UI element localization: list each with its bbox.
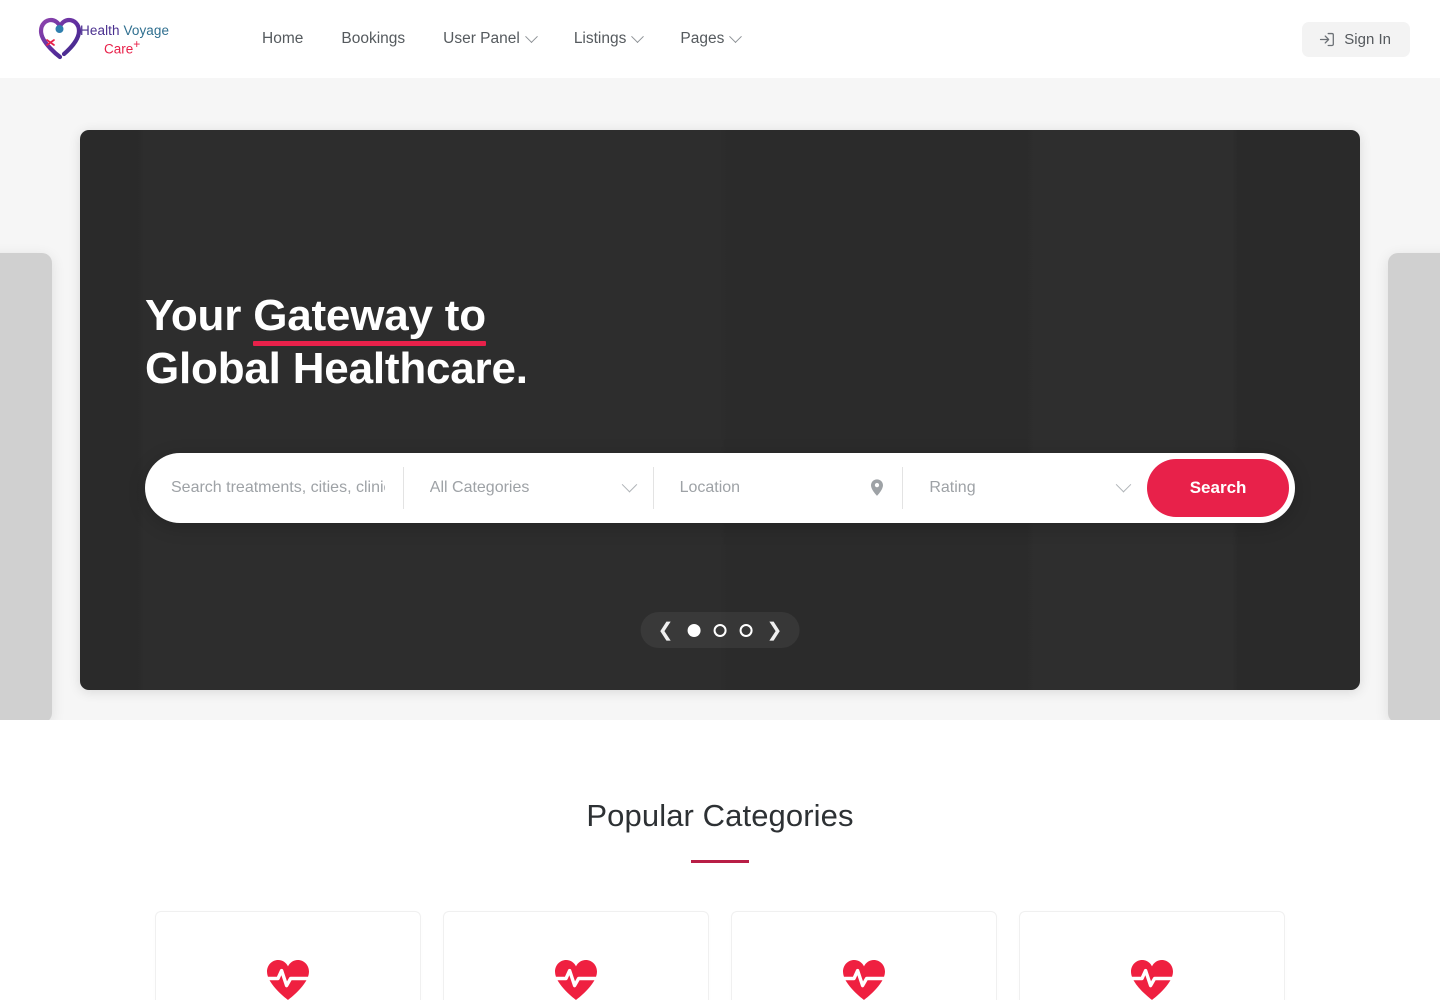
carousel-dot-1[interactable] [687, 623, 701, 637]
hero-heading-line1-plain: Your [145, 291, 254, 340]
location-field[interactable] [652, 466, 903, 509]
nav-label: Bookings [341, 30, 406, 47]
nav-label: Listings [573, 30, 627, 47]
carousel-dot-2[interactable] [713, 623, 727, 637]
hero-carousel: Your Gateway to Global Healthcare. All C… [0, 78, 1440, 720]
search-button[interactable]: Search [1147, 458, 1289, 517]
hero-heading-line1-underlined: Gateway to [253, 290, 486, 346]
main-navigation: Home Bookings User Panel Listings Pages [260, 24, 743, 54]
heart-pulse-icon [750, 958, 978, 1000]
sign-in-button[interactable]: Sign In [1302, 21, 1410, 57]
hero-content: Your Gateway to Global Healthcare. All C… [145, 290, 1295, 523]
page-title: Popular Categories [586, 798, 854, 833]
category-select[interactable]: All Categories [402, 466, 653, 509]
categories-grid: Alternative and Complementary Medicine C… [155, 910, 1285, 1000]
chevron-down-icon [1115, 476, 1132, 493]
category-card[interactable]: Dental Treatments and Aesthetics [1019, 910, 1285, 1000]
nav-label: Pages [680, 30, 725, 47]
heart-pulse-icon [462, 958, 690, 1000]
carousel-slide-next[interactable] [1388, 253, 1440, 720]
rating-select-value: Rating [929, 478, 976, 496]
heart-logo-icon [34, 12, 86, 64]
chevron-down-icon [631, 29, 645, 43]
rating-select[interactable]: Rating [902, 466, 1147, 509]
nav-label: User Panel [443, 30, 520, 47]
nav-item-bookings[interactable]: Bookings [339, 24, 407, 54]
nav-item-home[interactable]: Home [260, 24, 305, 54]
chevron-down-icon [729, 29, 743, 43]
carousel-dot-3[interactable] [739, 623, 753, 637]
brand-word-voyage: Voyage [123, 22, 170, 38]
nav-label: Home [262, 30, 304, 47]
site-header: Health Voyage Care+ Home Bookings User P… [0, 0, 1440, 78]
nav-item-listings[interactable]: Listings [572, 24, 645, 54]
brand-word-care: Care [104, 41, 134, 57]
chevron-down-icon [621, 476, 637, 493]
hero-search-bar: All Categories Rating Search [145, 452, 1295, 523]
hero-heading: Your Gateway to Global Healthcare. [145, 290, 1295, 396]
brand-plus-sign: + [133, 36, 141, 51]
map-pin-icon [871, 479, 884, 496]
chevron-down-icon [524, 29, 538, 43]
carousel-slide-previous[interactable] [0, 253, 52, 720]
heart-pulse-icon [1038, 958, 1266, 1000]
category-card[interactable]: Cardiovascular Surgery and Treatments [443, 910, 709, 1000]
hero-slide-active: Your Gateway to Global Healthcare. All C… [80, 130, 1360, 690]
carousel-next-button[interactable]: ❯ [766, 621, 784, 640]
category-card[interactable]: Alternative and Complementary Medicine [155, 910, 421, 1000]
location-input[interactable] [679, 478, 871, 497]
carousel-controls: ❮ ❯ [640, 612, 800, 648]
sign-in-label: Sign In [1344, 30, 1391, 48]
category-card[interactable]: Cosmetic and Plastic Surgery [731, 910, 997, 1000]
hero-heading-line2: Global Healthcare. [145, 343, 528, 393]
section-title-underline [691, 860, 749, 863]
popular-categories-section: Popular Categories Alternative and Compl… [0, 720, 1440, 1000]
search-query-field[interactable] [145, 467, 403, 509]
category-select-value: All Categories [429, 478, 530, 496]
carousel-prev-button[interactable]: ❮ [657, 621, 675, 640]
login-arrow-icon [1320, 32, 1335, 46]
brand-logo[interactable]: Health Voyage Care+ [34, 14, 224, 64]
brand-wordmark: Health Voyage Care+ [80, 22, 169, 56]
nav-item-pages[interactable]: Pages [678, 24, 743, 54]
heart-pulse-icon [174, 958, 402, 1000]
nav-item-user-panel[interactable]: User Panel [441, 24, 538, 54]
search-input[interactable] [171, 478, 385, 497]
